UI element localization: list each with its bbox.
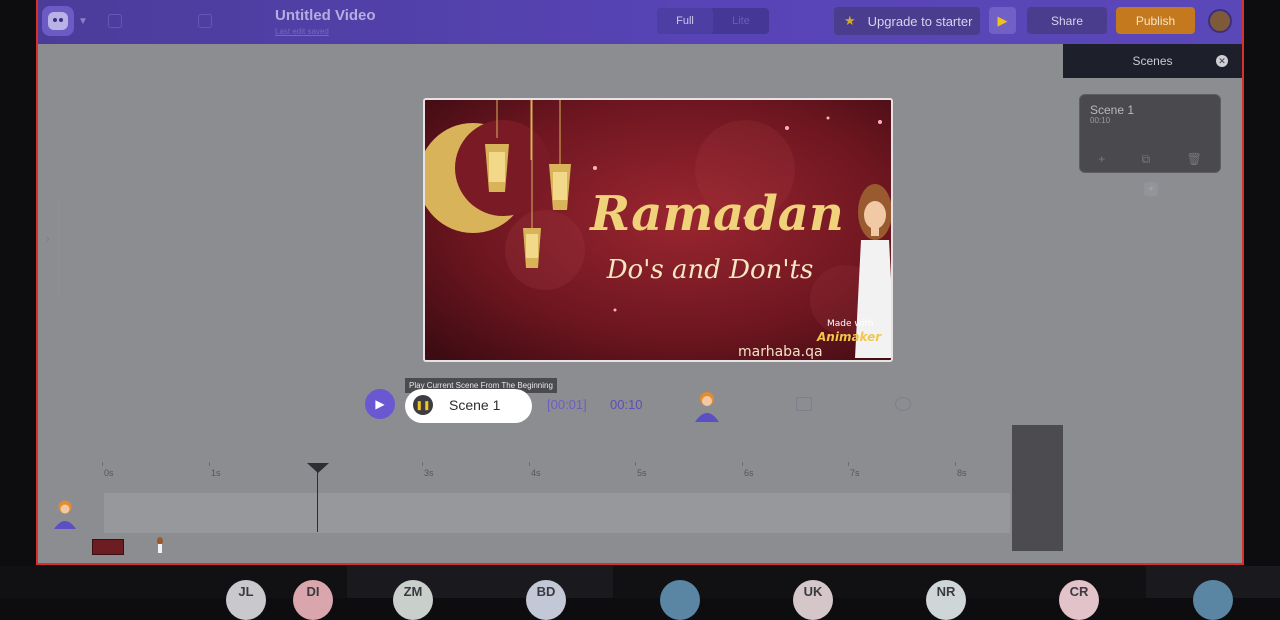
save-status: Last edit saved — [275, 27, 329, 36]
tick-label: 8s — [955, 462, 967, 478]
play-current-scene-button[interactable]: ❚❚ Scene 1 — [405, 389, 532, 423]
made-with-label: Made with — [827, 319, 874, 329]
camera-icon[interactable] — [895, 397, 911, 411]
publish-button[interactable]: Publish — [1116, 7, 1195, 34]
delete-icon[interactable]: 🗑 — [1187, 152, 1202, 166]
character-track[interactable] — [104, 493, 1010, 533]
current-scene-label: Scene 1 — [449, 397, 501, 413]
tick-label: 3s — [422, 462, 434, 478]
participant-avatar[interactable]: NR — [926, 580, 966, 620]
participant-avatar[interactable]: ZM — [393, 580, 433, 620]
participant-avatar[interactable]: JL — [226, 580, 266, 620]
scenes-panel: Scenes ✕ Scene 1 00:10 + ⧉ 🗑 + — [1063, 44, 1242, 563]
participant-avatar[interactable]: CR — [1059, 580, 1099, 620]
redo-icon[interactable] — [198, 14, 212, 28]
chevron-right-icon[interactable]: › — [46, 233, 50, 245]
left-panel-edge — [58, 200, 60, 296]
tick-label: 0s — [102, 462, 114, 478]
app-logo[interactable] — [42, 6, 74, 36]
share-button[interactable]: Share — [1027, 7, 1107, 34]
participant-avatar[interactable] — [1193, 580, 1233, 620]
undo-icon[interactable] — [108, 14, 122, 28]
play-icon: ▶ — [997, 12, 1008, 28]
track-character-icon[interactable] — [52, 499, 78, 529]
star-icon: ★ — [844, 13, 856, 28]
chevron-down-icon[interactable]: ▼ — [78, 16, 88, 27]
meeting-participants-bar: JL DI ZM BD UK NR CR — [0, 566, 1280, 620]
scenes-title: Scenes — [1132, 54, 1173, 68]
view-mode-full[interactable]: Full — [657, 8, 713, 34]
add-scene-button[interactable]: + — [1144, 182, 1158, 196]
current-time: [00:01] — [547, 397, 587, 412]
character-icon[interactable] — [693, 390, 721, 422]
play-icon: ▶ — [375, 397, 385, 411]
participant-avatar[interactable]: UK — [793, 580, 833, 620]
project-title[interactable]: Untitled Video — [275, 7, 376, 24]
scene-tools: + ⧉ 🗑 — [1080, 146, 1220, 172]
record-icon[interactable] — [796, 397, 812, 411]
scene-preview[interactable]: Ramadan Do's and Don'ts Made with Animak… — [423, 98, 893, 362]
playhead-line — [317, 470, 318, 532]
add-icon[interactable]: + — [1098, 152, 1105, 166]
participant-avatar[interactable] — [660, 580, 700, 620]
pause-icon[interactable]: ❚❚ — [413, 395, 433, 415]
view-mode-lite[interactable]: Lite — [713, 8, 769, 34]
preview-headline: Ramadan — [588, 186, 844, 242]
scene-card[interactable]: Scene 1 00:10 + ⧉ 🗑 — [1079, 94, 1221, 173]
participant-avatar[interactable]: DI — [293, 580, 333, 620]
scene-duration: 00:10 — [1090, 116, 1111, 125]
upgrade-label: Upgrade to starter — [867, 13, 973, 29]
background-thumbnail[interactable] — [92, 539, 124, 555]
timeline[interactable]: 0s 1s 2s 3s 4s 5s 6s 7s 8s — [38, 458, 1010, 563]
participant-slot-highlight — [347, 566, 613, 598]
tick-label: 6s — [742, 462, 754, 478]
duplicate-icon[interactable]: ⧉ — [1142, 152, 1151, 167]
total-time: 00:10 — [610, 397, 643, 412]
timeline-ruler[interactable]: 0s 1s 2s 3s 4s 5s 6s 7s 8s — [38, 458, 1010, 480]
editor-window: ▼ Untitled Video Last edit saved Full Li… — [36, 0, 1244, 565]
scenes-header: Scenes ✕ — [1063, 44, 1242, 78]
tick-label: 5s — [635, 462, 647, 478]
tick-label: 4s — [529, 462, 541, 478]
logo-face-icon — [48, 12, 68, 30]
scene-name: Scene 1 — [1090, 103, 1135, 117]
preview-play-button[interactable]: ▶ — [989, 7, 1016, 34]
watermark-label: marhaba.qa — [738, 344, 823, 360]
brand-label: Animaker — [816, 330, 882, 344]
tick-label: 1s — [209, 462, 221, 478]
preview-canvas: Ramadan Do's and Don'ts Made with Animak… — [425, 100, 891, 360]
character-thumbnail[interactable] — [155, 537, 165, 553]
preview-tagline: Do's and Don'ts — [606, 255, 814, 285]
tick-label: 7s — [848, 462, 860, 478]
participant-avatar[interactable]: BD — [526, 580, 566, 620]
play-all-button[interactable]: ▶ — [365, 389, 395, 419]
close-icon[interactable]: ✕ — [1216, 55, 1228, 67]
upgrade-button[interactable]: ★ Upgrade to starter — [834, 7, 980, 35]
user-avatar[interactable] — [1208, 9, 1232, 33]
top-bar: ▼ Untitled Video Last edit saved Full Li… — [38, 0, 1242, 44]
playhead-handle[interactable] — [307, 463, 329, 473]
view-mode-toggle[interactable]: Full Lite — [657, 8, 769, 34]
